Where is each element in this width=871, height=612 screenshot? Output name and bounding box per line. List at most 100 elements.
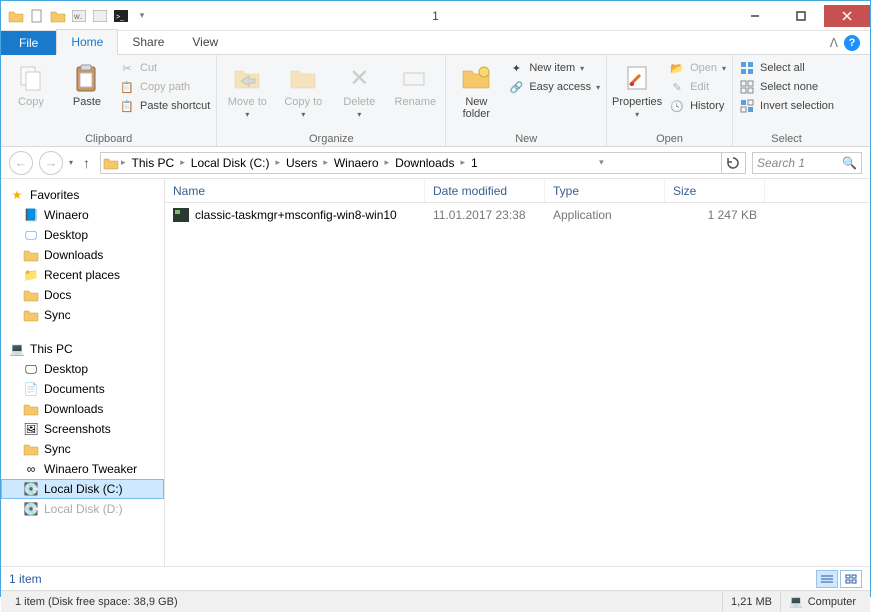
status-size: 1,21 MB: [723, 591, 781, 612]
paste-shortcut-button[interactable]: 📋Paste shortcut: [119, 98, 210, 114]
clipboard-group: Copy Paste ✂Cut 📋Copy path 📋Paste shortc…: [1, 55, 217, 146]
invert-selection-button[interactable]: Invert selection: [739, 98, 834, 114]
tree-item[interactable]: Downloads: [1, 245, 164, 265]
ribbon-tabs: File Home Share View ᐱ ?: [1, 31, 870, 55]
chevron-right-icon[interactable]: ▸: [178, 157, 187, 168]
history-button[interactable]: 🕓History: [669, 98, 726, 114]
console-icon[interactable]: >_: [112, 7, 130, 25]
details-view-button[interactable]: [816, 570, 838, 588]
select-group: Select all Select none Invert selection …: [733, 55, 840, 146]
shortcut-icon: 📋: [119, 98, 135, 114]
open-button[interactable]: 📂Open ▾: [669, 60, 726, 76]
chevron-right-icon[interactable]: ▸: [383, 157, 392, 168]
breadcrumb-item[interactable]: Winaero: [330, 156, 383, 170]
tree-item[interactable]: 🖼Screenshots: [1, 419, 164, 439]
qat-dropdown-icon[interactable]: ▾: [133, 7, 151, 25]
column-type[interactable]: Type: [545, 179, 665, 202]
properties-button[interactable]: Properties▾: [613, 58, 661, 119]
open-group: Properties▾ 📂Open ▾ ✎Edit 🕓History Open: [607, 55, 733, 146]
home-tab[interactable]: Home: [56, 29, 118, 55]
main-area: ★Favorites 📘Winaero 🖵Desktop Downloads 📁…: [1, 179, 870, 566]
forward-button[interactable]: →: [39, 151, 63, 175]
tree-item[interactable]: Sync: [1, 439, 164, 459]
this-pc-root[interactable]: 💻This PC: [1, 339, 164, 359]
view-tab[interactable]: View: [178, 30, 232, 54]
favorites-root[interactable]: ★Favorites: [1, 185, 164, 205]
tree-item[interactable]: 🖵Desktop: [1, 225, 164, 245]
rename-label: Rename: [395, 96, 437, 108]
tree-item-selected[interactable]: 💽Local Disk (C:): [1, 479, 164, 499]
back-button[interactable]: ←: [9, 151, 33, 175]
address-bar[interactable]: ▸ This PC▸ Local Disk (C:)▸ Users▸ Winae…: [100, 152, 746, 174]
organize-group-label: Organize: [223, 132, 439, 145]
share-tab[interactable]: Share: [118, 30, 178, 54]
tree-item[interactable]: ∞Winaero Tweaker: [1, 459, 164, 479]
select-group-label: Select: [739, 132, 834, 145]
copy-path-button[interactable]: 📋Copy path: [119, 79, 210, 95]
copy-to-button[interactable]: Copy to▾: [279, 58, 327, 119]
column-name[interactable]: Name: [165, 179, 425, 202]
easy-access-button[interactable]: 🔗Easy access ▾: [508, 79, 600, 95]
select-none-icon: [739, 79, 755, 95]
organize-group: Move to▾ Copy to▾ ✕ Delete▾ Rename Organ…: [217, 55, 446, 146]
chevron-right-icon[interactable]: ▸: [273, 157, 282, 168]
navigation-pane[interactable]: ★Favorites 📘Winaero 🖵Desktop Downloads 📁…: [1, 179, 165, 566]
recent-locations-icon[interactable]: ▾: [69, 158, 73, 167]
search-input[interactable]: Search 1 🔍: [752, 152, 862, 174]
chevron-right-icon[interactable]: ▸: [321, 157, 330, 168]
breadcrumb-item[interactable]: Users: [282, 156, 321, 170]
file-row[interactable]: classic-taskmgr+msconfig-win8-win10 11.0…: [165, 203, 870, 227]
history-icon: 🕓: [669, 98, 685, 114]
chevron-right-icon[interactable]: ▸: [119, 157, 128, 168]
file-list: Name Date modified Type Size classic-tas…: [165, 179, 870, 566]
edit-button[interactable]: ✎Edit: [669, 79, 726, 95]
quick-access-toolbar: W.. >_ ▾: [1, 7, 151, 25]
tree-item[interactable]: 📁Recent places: [1, 265, 164, 285]
column-size[interactable]: Size: [665, 179, 765, 202]
invert-icon: [739, 98, 755, 114]
move-to-button[interactable]: Move to▾: [223, 58, 271, 119]
new-folder-button[interactable]: New folder: [452, 58, 500, 120]
column-date[interactable]: Date modified: [425, 179, 545, 202]
window-controls: [732, 5, 870, 27]
folder-icon[interactable]: [49, 7, 67, 25]
tree-item[interactable]: 📄Documents: [1, 379, 164, 399]
tree-item[interactable]: Sync: [1, 305, 164, 325]
new-group: New folder ✦New item ▾ 🔗Easy access ▾ Ne…: [446, 55, 607, 146]
breadcrumb-item[interactable]: Local Disk (C:): [187, 156, 274, 170]
easy-access-icon: 🔗: [508, 79, 524, 95]
folder-icon[interactable]: [7, 7, 25, 25]
title-bar: W.. >_ ▾ 1: [1, 1, 870, 31]
chevron-right-icon[interactable]: ▸: [458, 157, 467, 168]
maximize-button[interactable]: [778, 5, 824, 27]
new-item-button[interactable]: ✦New item ▾: [508, 60, 600, 76]
refresh-button[interactable]: [721, 153, 745, 173]
breadcrumb-item[interactable]: 1: [467, 156, 482, 170]
address-dropdown-icon[interactable]: ▾: [589, 153, 613, 173]
paste-button[interactable]: Paste: [63, 58, 111, 108]
copy-button[interactable]: Copy: [7, 58, 55, 108]
file-tab[interactable]: File: [1, 31, 56, 55]
minimize-button[interactable]: [732, 5, 778, 27]
tree-item[interactable]: 💽Local Disk (D:): [1, 499, 164, 519]
drive-icon: 💽: [23, 481, 39, 497]
breadcrumb-item[interactable]: This PC: [128, 156, 179, 170]
help-icon[interactable]: ?: [844, 35, 860, 51]
tree-item[interactable]: 📘Winaero: [1, 205, 164, 225]
new-file-icon[interactable]: [28, 7, 46, 25]
app-icon[interactable]: W..: [70, 7, 88, 25]
cut-button[interactable]: ✂Cut: [119, 60, 210, 76]
select-none-button[interactable]: Select none: [739, 79, 834, 95]
app-icon[interactable]: [91, 7, 109, 25]
delete-button[interactable]: ✕ Delete▾: [335, 58, 383, 119]
icons-view-button[interactable]: [840, 570, 862, 588]
tree-item[interactable]: Docs: [1, 285, 164, 305]
collapse-ribbon-icon[interactable]: ᐱ: [830, 36, 838, 50]
select-all-button[interactable]: Select all: [739, 60, 834, 76]
tree-item[interactable]: 🖵Desktop: [1, 359, 164, 379]
close-button[interactable]: [824, 5, 870, 27]
rename-button[interactable]: Rename: [391, 58, 439, 108]
breadcrumb-item[interactable]: Downloads: [391, 156, 458, 170]
up-button[interactable]: ↑: [79, 155, 94, 171]
tree-item[interactable]: Downloads: [1, 399, 164, 419]
